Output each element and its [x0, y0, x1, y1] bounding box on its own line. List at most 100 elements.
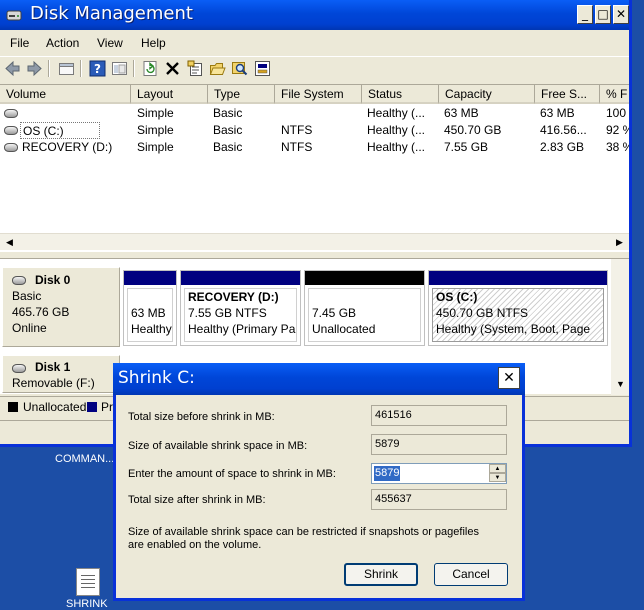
dialog-close-button[interactable]: ✕: [498, 367, 520, 389]
scroll-right-icon[interactable]: ▶: [612, 235, 627, 250]
available-shrink-label: Size of available shrink space in MB:: [128, 440, 308, 452]
partition-body: 7.45 GB Unallocated: [308, 288, 421, 342]
menu-file[interactable]: File: [10, 36, 29, 50]
disk-size: 465.76 GB: [12, 305, 70, 319]
menu-action[interactable]: Action: [46, 36, 79, 50]
partition-size: 7.55 GB NTFS: [188, 306, 267, 320]
dialog-title-bar[interactable]: Shrink C: ✕: [113, 363, 525, 395]
partition-size: 63 MB: [131, 306, 166, 320]
cell-free-space: 2.83 GB: [540, 140, 585, 154]
disk-name: Disk 0: [35, 273, 71, 287]
cell-volume: RECOVERY (D:): [22, 140, 113, 154]
cell-capacity: 7.55 GB: [444, 140, 489, 154]
explore-icon[interactable]: [231, 60, 248, 77]
volume-list: Volume Layout Type File System Status Ca…: [0, 84, 629, 252]
partition-bar: [305, 271, 424, 285]
legend-label: Unallocated: [23, 400, 87, 414]
up-icon[interactable]: [58, 60, 75, 77]
cell-file-system: NTFS: [281, 140, 313, 154]
column-header-percent-free[interactable]: % F: [600, 85, 629, 104]
properties-icon[interactable]: [187, 60, 204, 77]
shrink-note: Size of available shrink space can be re…: [128, 526, 479, 552]
menu-view[interactable]: View: [97, 36, 123, 50]
disk-name: Disk 1: [35, 360, 71, 374]
disk-state: Online: [12, 321, 47, 335]
cell-type: Basic: [213, 106, 243, 120]
partition-body: 63 MB Healthy: [127, 288, 173, 342]
cell-free-space: 416.56...: [540, 123, 587, 137]
close-button[interactable]: ✕: [613, 5, 629, 24]
partition-unallocated[interactable]: 7.45 GB Unallocated: [304, 270, 425, 346]
minimize-button[interactable]: _: [577, 5, 593, 24]
volume-icon: [4, 126, 18, 135]
column-header-volume[interactable]: Volume: [0, 85, 131, 104]
refresh-icon[interactable]: [142, 60, 159, 77]
column-header-type[interactable]: Type: [208, 85, 275, 104]
column-header-layout[interactable]: Layout: [131, 85, 208, 104]
help-icon[interactable]: ?: [89, 60, 106, 77]
partition-bar: [124, 271, 176, 285]
partition-body: RECOVERY (D:) 7.55 GB NTFS Healthy (Prim…: [184, 288, 297, 342]
horizontal-scrollbar[interactable]: ◀ ▶: [0, 233, 629, 250]
disk-settings-icon[interactable]: [254, 60, 271, 77]
volume-icon: [4, 109, 18, 118]
spin-up-icon[interactable]: ▲: [489, 464, 506, 473]
total-after-label: Total size after shrink in MB:: [128, 494, 266, 506]
show-hide-icon[interactable]: [111, 60, 128, 77]
column-header-free-space[interactable]: Free S...: [535, 85, 600, 104]
cell-percent-free: 100: [606, 106, 627, 120]
menu-help[interactable]: Help: [141, 36, 166, 50]
table-row[interactable]: OS (C:) Simple Basic NTFS Healthy (... 4…: [0, 122, 629, 139]
shrink-amount-input[interactable]: 5879: [374, 466, 401, 481]
disk-1-info[interactable]: Disk 1 Removable (F:): [2, 355, 120, 393]
scroll-down-icon[interactable]: ▼: [613, 377, 628, 392]
desktop-icon-label[interactable]: SHRINK: [66, 598, 108, 610]
disk-0-info[interactable]: Disk 0 Basic 465.76 GB Online: [2, 267, 120, 347]
cell-volume: [22, 105, 127, 122]
column-header-file-system[interactable]: File System: [275, 85, 362, 104]
column-header-capacity[interactable]: Capacity: [439, 85, 535, 104]
partition-bar: [181, 271, 300, 285]
cell-type: Basic: [213, 140, 243, 154]
partition-title: OS (C:): [436, 290, 478, 304]
cell-file-system: [281, 105, 361, 122]
partition-size: 450.70 GB NTFS: [436, 306, 529, 320]
column-header-status[interactable]: Status: [362, 85, 439, 104]
maximize-button[interactable]: □: [595, 5, 611, 24]
total-after-value: 455637: [371, 489, 507, 510]
volume-list-header: Volume Layout Type File System Status Ca…: [0, 85, 629, 104]
spin-down-icon[interactable]: ▼: [489, 473, 506, 482]
disk-icon: [12, 364, 26, 373]
scroll-left-icon[interactable]: ◀: [2, 235, 17, 250]
open-icon[interactable]: [209, 60, 226, 77]
table-row[interactable]: RECOVERY (D:) Simple Basic NTFS Healthy …: [0, 139, 629, 156]
cell-percent-free: 92 %: [606, 123, 629, 137]
legend-swatch-primary: [87, 402, 97, 412]
forward-icon[interactable]: [26, 60, 43, 77]
legend-swatch-unallocated: [8, 402, 18, 412]
cell-layout: Simple: [137, 106, 174, 120]
partition-size: 7.45 GB: [312, 306, 357, 320]
shrink-note-line-2: are enabled on the volume.: [128, 539, 262, 551]
partition-status: Healthy: [131, 322, 172, 336]
table-row[interactable]: Simple Basic Healthy (... 63 MB 63 MB 10…: [0, 105, 629, 122]
partition-recovery[interactable]: RECOVERY (D:) 7.55 GB NTFS Healthy (Prim…: [180, 270, 301, 346]
partition-os[interactable]: OS (C:) 450.70 GB NTFS Healthy (System, …: [428, 270, 608, 346]
shrink-amount-stepper[interactable]: 5879 ▲ ▼: [371, 463, 507, 484]
partition-system-reserved[interactable]: 63 MB Healthy: [123, 270, 177, 346]
cell-capacity: 63 MB: [444, 106, 479, 120]
disk-type: Removable (F:): [12, 376, 95, 390]
back-icon[interactable]: [4, 60, 21, 77]
shrink-button[interactable]: Shrink: [344, 563, 418, 586]
cancel-button[interactable]: Cancel: [434, 563, 508, 586]
partition-status: Healthy (Primary Pa: [188, 322, 296, 336]
volume-icon: [4, 143, 18, 152]
svg-text:?: ?: [94, 62, 101, 76]
vertical-scrollbar[interactable]: ▼: [611, 259, 629, 395]
delete-icon[interactable]: [164, 60, 181, 77]
cell-status: Healthy (...: [367, 123, 426, 137]
total-before-label: Total size before shrink in MB:: [128, 411, 275, 423]
document-icon[interactable]: [76, 568, 100, 596]
desktop-icon-label[interactable]: COMMAN...: [55, 453, 114, 465]
title-bar[interactable]: Disk Management _ □ ✕: [0, 0, 629, 30]
